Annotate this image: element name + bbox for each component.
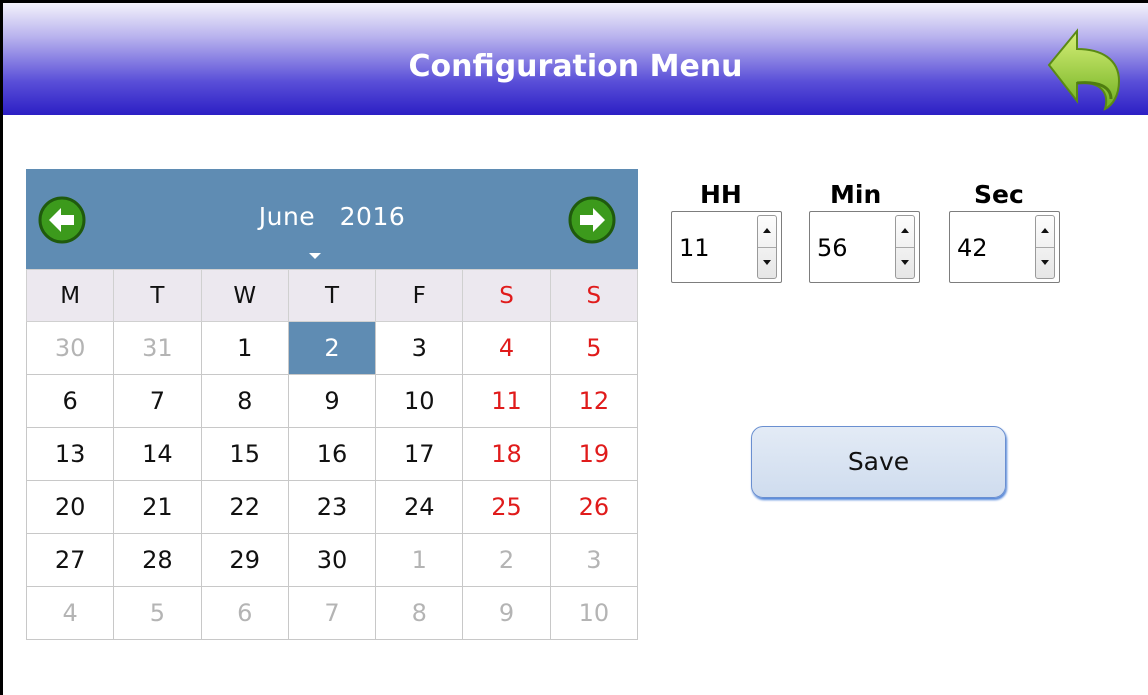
- calendar-day[interactable]: 31: [113, 321, 202, 375]
- calendar-day[interactable]: 7: [287, 586, 377, 640]
- calendar-day[interactable]: 9: [287, 374, 377, 428]
- calendar-day[interactable]: 20: [25, 480, 115, 534]
- calendar-day[interactable]: 18: [462, 427, 551, 481]
- calendar-day[interactable]: 1: [200, 321, 289, 375]
- calendar-day[interactable]: 23: [287, 480, 377, 534]
- weekday-header: W: [200, 269, 289, 322]
- weekday-header: S: [549, 269, 639, 322]
- minute-value[interactable]: 56: [817, 234, 848, 262]
- calendar-day[interactable]: 26: [549, 480, 639, 534]
- calendar-day[interactable]: 30: [25, 321, 115, 375]
- calendar-day[interactable]: 1: [375, 533, 464, 587]
- sec-label: Sec: [974, 180, 1024, 209]
- calendar-week-row: 13 14 15 16 17 18 19: [25, 427, 639, 481]
- weekday-header: M: [25, 269, 115, 322]
- down-arrow-icon: [1041, 260, 1049, 265]
- min-label: Min: [830, 180, 882, 209]
- header-bar: Configuration Menu: [3, 3, 1148, 115]
- calendar-header: June 2016: [26, 169, 638, 269]
- second-value[interactable]: 42: [957, 234, 988, 262]
- calendar-widget: June 2016 MTWTFSS 30 31 1 2 3 4 5 6 7 8 9 10 11 12 13 1…: [25, 169, 639, 640]
- save-button[interactable]: Save: [751, 426, 1006, 498]
- hour-decrement-button[interactable]: [758, 247, 776, 278]
- hour-spin-buttons: [757, 215, 777, 279]
- weekday-header: S: [462, 269, 551, 322]
- month-label: June: [258, 202, 316, 231]
- calendar-day[interactable]: 30: [287, 533, 377, 587]
- down-arrow-icon: [901, 260, 909, 265]
- minute-spinbox[interactable]: 56: [809, 211, 920, 283]
- minute-increment-button[interactable]: [896, 216, 914, 248]
- hour-increment-button[interactable]: [758, 216, 776, 248]
- calendar-day[interactable]: 8: [375, 586, 464, 640]
- calendar-day[interactable]: 4: [462, 321, 551, 375]
- calendar-day[interactable]: 12: [549, 374, 639, 428]
- up-arrow-icon: [1041, 228, 1049, 233]
- calendar-week-row: 27 28 29 30 1 2 3: [25, 533, 639, 587]
- calendar-day[interactable]: 10: [375, 374, 464, 428]
- calendar-day[interactable]: 2: [462, 533, 551, 587]
- calendar-week-row: 30 31 1 2 3 4 5: [25, 321, 639, 375]
- month-dropdown-caret-icon[interactable]: [309, 253, 321, 259]
- calendar-day[interactable]: 29: [200, 533, 289, 587]
- next-month-icon[interactable]: [567, 195, 617, 245]
- calendar-day[interactable]: 6: [25, 374, 115, 428]
- calendar-day[interactable]: 15: [200, 427, 289, 481]
- weekday-header: F: [375, 269, 464, 322]
- calendar-day[interactable]: 8: [200, 374, 289, 428]
- calendar-day[interactable]: 10: [549, 586, 639, 640]
- calendar-grid: MTWTFSS 30 31 1 2 3 4 5 6 7 8 9 10 11 12 13 14 15 16 17 18 1…: [25, 269, 639, 640]
- calendar-days: 30 31 1 2 3 4 5 6 7 8 9 10 11 12 13 14 15 16 17 18 19 20 21 22 2…: [25, 321, 639, 640]
- second-spinbox[interactable]: 42: [949, 211, 1060, 283]
- calendar-day[interactable]: 7: [113, 374, 202, 428]
- hh-label: HH: [700, 180, 742, 209]
- calendar-day[interactable]: 27: [25, 533, 115, 587]
- calendar-day[interactable]: 22: [200, 480, 289, 534]
- calendar-week-row: 6 7 8 9 10 11 12: [25, 374, 639, 428]
- back-arrow-icon[interactable]: [1043, 25, 1125, 111]
- page-title: Configuration Menu: [408, 49, 743, 84]
- calendar-day[interactable]: 14: [113, 427, 202, 481]
- calendar-day[interactable]: 3: [375, 321, 464, 375]
- minute-decrement-button[interactable]: [896, 247, 914, 278]
- calendar-week-row: 20 21 22 23 24 25 26: [25, 480, 639, 534]
- calendar-day[interactable]: 16: [287, 427, 377, 481]
- calendar-day[interactable]: 11: [462, 374, 551, 428]
- calendar-day[interactable]: 24: [375, 480, 464, 534]
- calendar-day[interactable]: 21: [113, 480, 202, 534]
- calendar-day[interactable]: 28: [113, 533, 202, 587]
- calendar-day[interactable]: 19: [549, 427, 639, 481]
- down-arrow-icon: [763, 260, 771, 265]
- weekday-header: T: [113, 269, 202, 322]
- up-arrow-icon: [763, 228, 771, 233]
- calendar-week-row: 4 5 6 7 8 9 10: [25, 586, 639, 640]
- weekday-header: T: [287, 269, 377, 322]
- calendar-day[interactable]: 25: [462, 480, 551, 534]
- hour-value[interactable]: 11: [679, 234, 710, 262]
- hour-spinbox[interactable]: 11: [671, 211, 782, 283]
- second-increment-button[interactable]: [1036, 216, 1054, 248]
- up-arrow-icon: [901, 228, 909, 233]
- calendar-day[interactable]: 13: [25, 427, 115, 481]
- calendar-day[interactable]: 4: [25, 586, 115, 640]
- calendar-day[interactable]: 6: [200, 586, 289, 640]
- calendar-day[interactable]: 5: [549, 321, 639, 375]
- year-label: 2016: [339, 202, 406, 231]
- calendar-day[interactable]: 5: [113, 586, 202, 640]
- month-year-label[interactable]: June 2016: [26, 202, 638, 231]
- calendar-day[interactable]: 9: [462, 586, 551, 640]
- second-spin-buttons: [1035, 215, 1055, 279]
- calendar-day[interactable]: 3: [549, 533, 639, 587]
- second-decrement-button[interactable]: [1036, 247, 1054, 278]
- weekday-header-row: MTWTFSS: [25, 269, 639, 322]
- calendar-day[interactable]: 17: [375, 427, 464, 481]
- minute-spin-buttons: [895, 215, 915, 279]
- calendar-day[interactable]: 2: [287, 321, 377, 375]
